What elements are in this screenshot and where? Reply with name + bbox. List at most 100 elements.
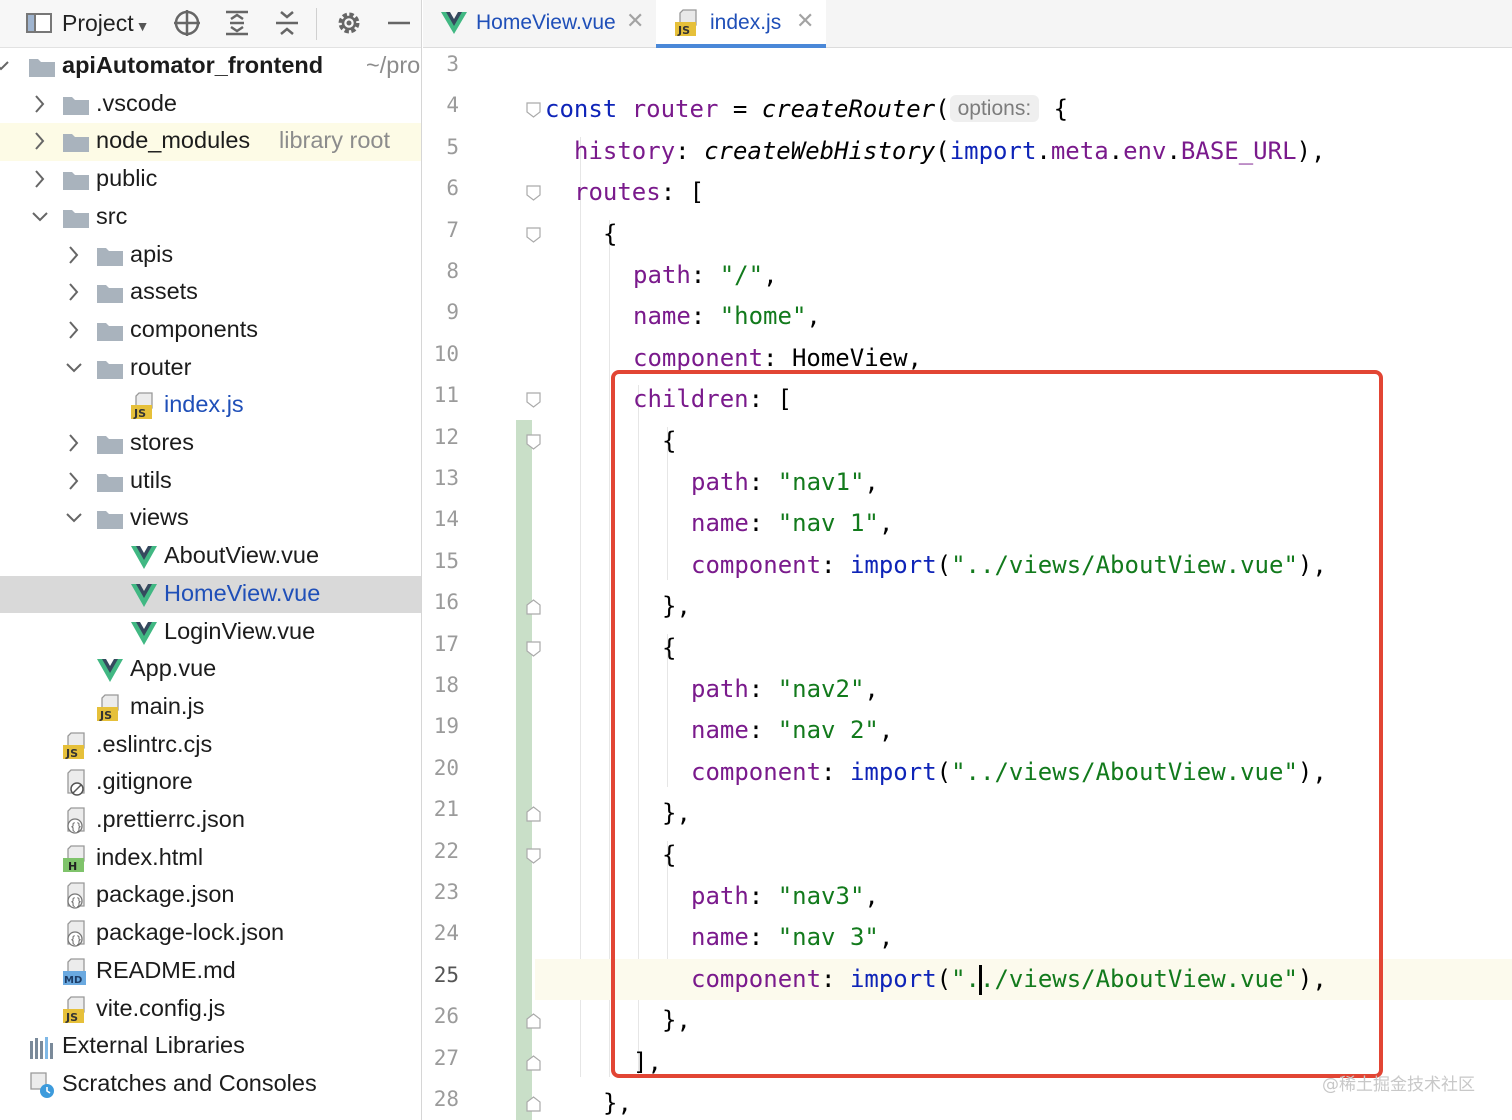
json-file-icon: {} xyxy=(67,807,85,834)
tree-item-aboutview-vue[interactable]: AboutView.vue xyxy=(0,538,421,576)
svg-text:H: H xyxy=(68,860,77,873)
tree-item-prettierrc-json[interactable]: {} .prettierrc.json xyxy=(0,802,421,840)
js-file-icon: JS xyxy=(131,392,153,420)
tree-item-vscode[interactable]: .vscode xyxy=(0,86,421,124)
tree-item-hint: ~/pro xyxy=(366,52,421,78)
tree-item-utils[interactable]: utils xyxy=(0,463,421,501)
parameter-hint: options: xyxy=(949,95,1040,123)
vue-icon xyxy=(131,546,157,570)
folder-icon xyxy=(63,209,89,228)
line-number: 23 xyxy=(433,880,459,904)
tree-item-vite-config-js[interactable]: JS vite.config.js xyxy=(0,991,421,1029)
chevron-right-icon[interactable] xyxy=(65,471,83,491)
tree-item-homeview-vue[interactable]: HomeView.vue xyxy=(0,575,421,614)
chevron-right-icon[interactable] xyxy=(65,433,83,453)
tab-homeview-vue[interactable]: HomeView.vue ✕ xyxy=(423,0,655,48)
code-token: ( xyxy=(935,136,950,165)
tab-index-js[interactable]: JS index.js ✕ xyxy=(656,0,826,48)
tree-item-hint: library root xyxy=(279,127,391,154)
tree-item-gitignore[interactable]: .gitignore xyxy=(0,764,421,802)
tree-item-apis[interactable]: apis xyxy=(0,237,421,275)
tree-item-router[interactable]: router xyxy=(0,350,421,388)
line-number: 18 xyxy=(433,673,459,697)
tree-item-stores[interactable]: stores xyxy=(0,425,421,463)
line-number: 22 xyxy=(433,838,459,863)
code-token: "/" xyxy=(719,261,764,289)
js-file-icon: JS xyxy=(675,9,697,37)
close-icon[interactable]: ✕ xyxy=(796,8,814,34)
svg-text:JS: JS xyxy=(65,747,78,760)
expand-all-icon[interactable] xyxy=(222,8,252,38)
code-token: router xyxy=(631,95,719,124)
code-token: routes xyxy=(574,178,661,207)
folder-icon xyxy=(97,247,123,266)
tree-item-readme-md[interactable]: MD README.md xyxy=(0,953,421,991)
project-toolbar: Project ▼ xyxy=(0,0,421,48)
tree-item-package-lock-json[interactable]: {} package-lock.json xyxy=(0,915,421,953)
folder-icon xyxy=(97,360,123,379)
chevron-right-icon[interactable] xyxy=(65,245,83,265)
tree-item-eslintrc-cjs[interactable]: JS .eslintrc.cjs xyxy=(0,727,421,765)
tree-item-package-json[interactable]: {} package.json xyxy=(0,877,421,915)
tree-item-src[interactable]: src xyxy=(0,199,421,237)
code-token: }, xyxy=(603,1089,632,1117)
tree-item-scratches-and-consoles[interactable]: Scratches and Consoles xyxy=(0,1066,421,1104)
line-number: 19 xyxy=(433,714,459,739)
tree-item-external-libraries[interactable]: External Libraries xyxy=(0,1028,421,1066)
svg-text:{}: {} xyxy=(70,935,82,946)
folder-icon xyxy=(63,134,89,153)
line-number: 7 xyxy=(446,217,459,242)
tree-item-index-html[interactable]: Hindex.html xyxy=(0,840,421,878)
chevron-down-icon[interactable] xyxy=(31,207,49,227)
chevron-down-icon[interactable] xyxy=(65,508,83,528)
code-token: , xyxy=(763,261,778,289)
vue-icon xyxy=(131,621,157,645)
scratches-icon xyxy=(30,1072,54,1098)
line-number: 10 xyxy=(433,341,459,366)
gear-icon[interactable] xyxy=(334,8,364,38)
tree-item-label: utils xyxy=(130,466,172,493)
close-icon[interactable]: ✕ xyxy=(626,8,644,34)
chevron-down-icon[interactable] xyxy=(65,358,83,378)
chevron-right-icon[interactable] xyxy=(31,131,49,151)
chevron-down-icon[interactable] xyxy=(0,56,10,76)
code-token: import xyxy=(949,136,1037,165)
tree-item-main-js[interactable]: JS main.js xyxy=(0,689,421,727)
line-number: 6 xyxy=(446,176,459,201)
collapse-all-icon[interactable] xyxy=(272,8,302,38)
tree-item-apiautomator-frontend[interactable]: apiAutomator_frontend ~/pro xyxy=(0,48,421,86)
minimize-icon[interactable] xyxy=(384,8,414,38)
code-token: : xyxy=(690,302,720,331)
svg-text:JS: JS xyxy=(65,1011,78,1024)
project-view-icon xyxy=(26,13,52,33)
tree-item-views[interactable]: views xyxy=(0,500,421,538)
tree-item-label: assets xyxy=(130,278,198,305)
tree-item-assets[interactable]: assets xyxy=(0,274,421,312)
tree-item-loginview-vue[interactable]: LoginView.vue xyxy=(0,614,421,652)
chevron-right-icon[interactable] xyxy=(65,282,83,302)
tree-item-label: .vscode xyxy=(96,89,177,116)
code-token: : xyxy=(763,343,792,372)
folder-icon xyxy=(29,59,55,77)
tree-item-index-js[interactable]: JS index.js xyxy=(0,387,421,425)
locate-icon[interactable] xyxy=(172,8,202,38)
code-token: BASE_URL xyxy=(1180,136,1297,165)
code-token: history xyxy=(574,136,676,165)
tree-item-public[interactable]: public xyxy=(0,161,421,199)
tree-item-label: .gitignore xyxy=(96,768,193,795)
line-number: 14 xyxy=(433,507,459,532)
chevron-right-icon[interactable] xyxy=(31,94,49,114)
code-line: history: createWebHistory(import.meta.en… xyxy=(535,131,1512,172)
tree-item-components[interactable]: components xyxy=(0,312,421,350)
folder-icon xyxy=(63,172,89,191)
code-token: : xyxy=(690,261,720,289)
chevron-right-icon[interactable] xyxy=(65,320,83,340)
tree-item-node-modules[interactable]: node_modules library root xyxy=(0,123,421,162)
code-token: env xyxy=(1123,136,1167,165)
project-view-selector[interactable]: Project ▼ xyxy=(62,10,149,37)
code-token: ( xyxy=(935,95,950,124)
tree-item-label: router xyxy=(130,353,192,380)
tree-item-app-vue[interactable]: App.vue xyxy=(0,651,421,689)
chevron-right-icon[interactable] xyxy=(31,169,49,189)
